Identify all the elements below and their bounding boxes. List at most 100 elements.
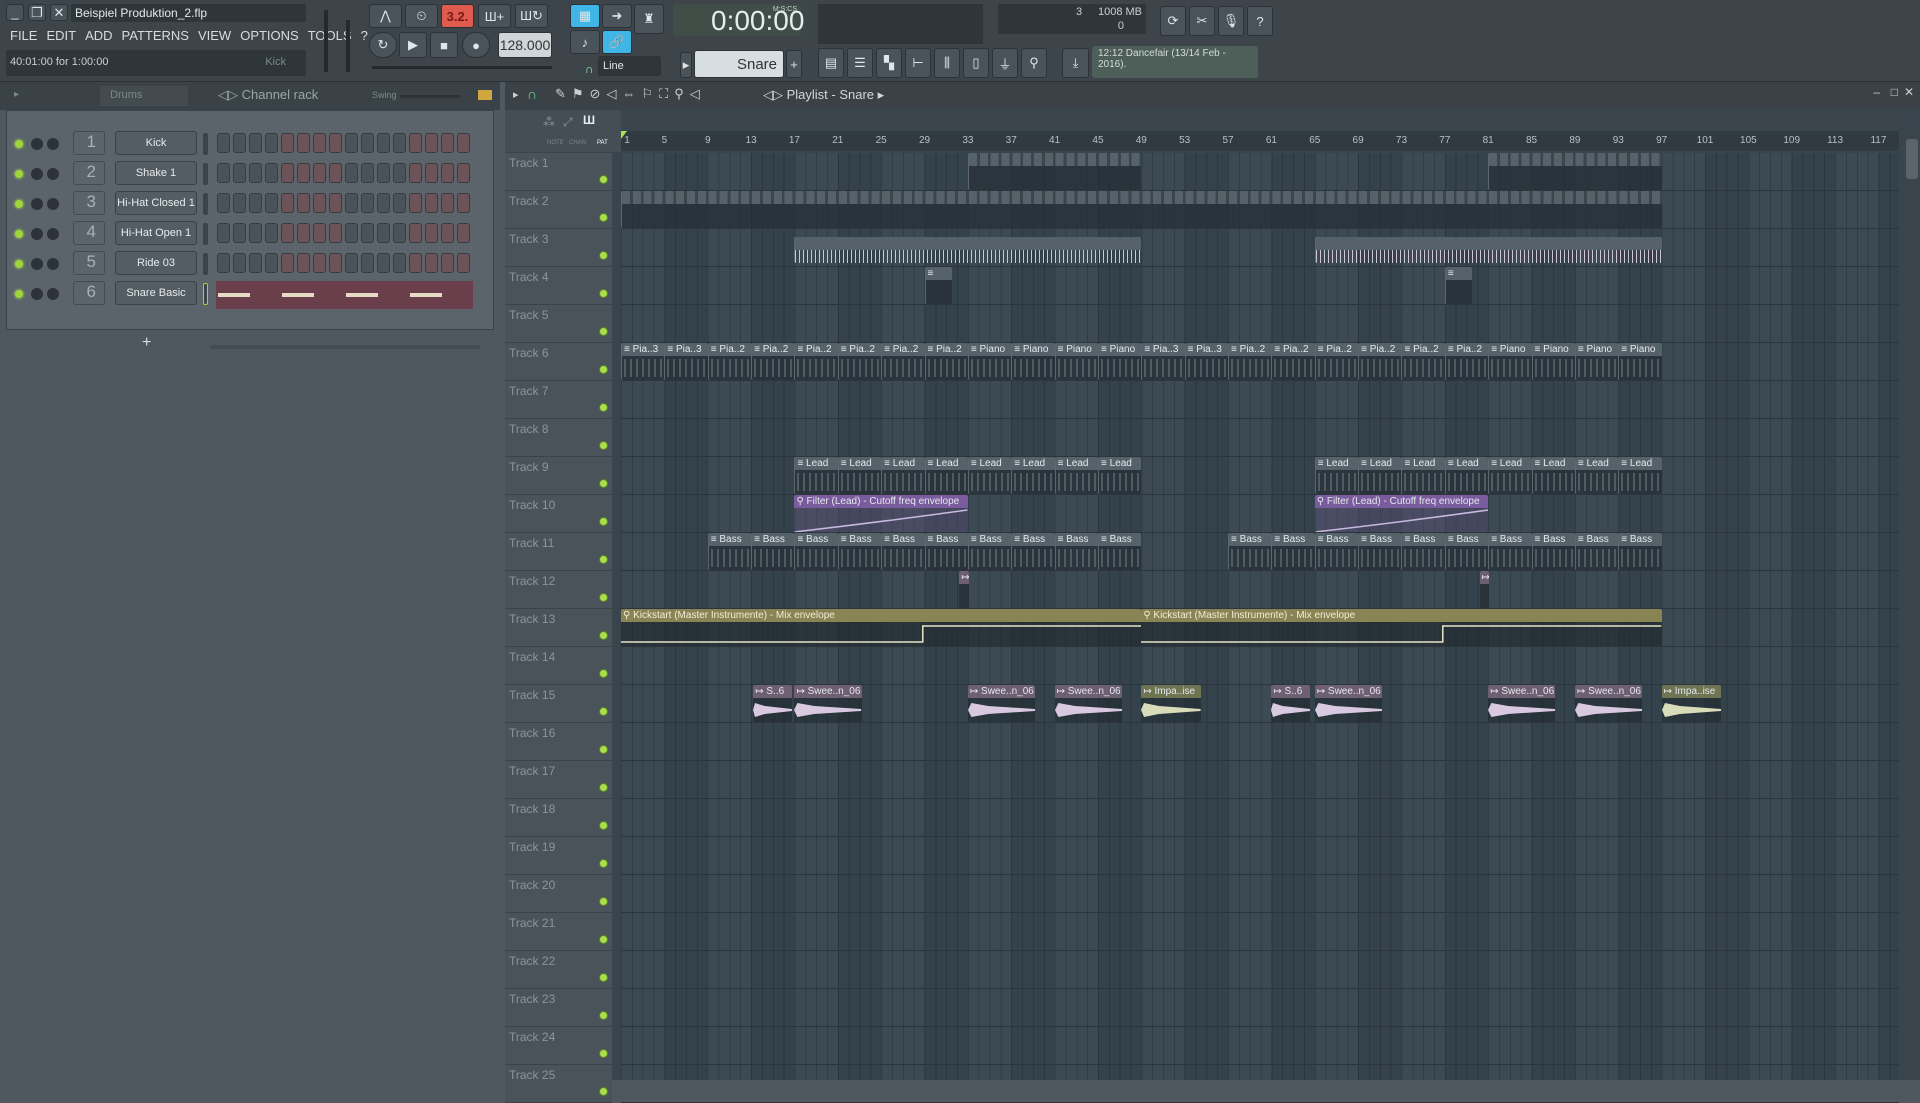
master-volume-slider[interactable]: [324, 10, 328, 72]
track-mute-led[interactable]: [599, 289, 608, 298]
playlist-clip[interactable]: ≡ Lead: [1574, 457, 1619, 494]
playlist-clip[interactable]: ≡ Piano: [1488, 343, 1532, 380]
menu-add[interactable]: ADD: [85, 28, 112, 43]
mixer-track-number[interactable]: 5: [73, 251, 105, 275]
mode-note[interactable]: NOTE: [547, 140, 564, 146]
playlist-clip[interactable]: ≡ Lead: [794, 457, 838, 494]
playlist-clip[interactable]: ≡ Pia..2: [837, 343, 882, 380]
track-mute-led[interactable]: [599, 631, 608, 640]
step-button[interactable]: [297, 193, 310, 213]
playlist-maximize-button[interactable]: □: [1891, 85, 1898, 99]
playlist-clip[interactable]: ⚲ Kickstart (Master Instrumente) - Mix e…: [621, 609, 1142, 646]
track-header[interactable]: Track 17: [505, 761, 612, 799]
track-mute-led[interactable]: [599, 251, 608, 260]
step-button[interactable]: [441, 223, 454, 243]
step-button[interactable]: [409, 223, 422, 243]
mixer-track-number[interactable]: 6: [73, 281, 105, 305]
track-header[interactable]: Track 16: [505, 723, 612, 761]
menu-patterns[interactable]: PATTERNS: [122, 28, 189, 43]
playlist-clip[interactable]: ≡ Bass: [794, 533, 838, 570]
track-header[interactable]: Track 14: [505, 647, 612, 685]
channel-select-indicator[interactable]: [203, 163, 208, 185]
track-header[interactable]: Track 23: [505, 989, 612, 1027]
song-position-slider[interactable]: [372, 66, 552, 69]
track-mute-led[interactable]: [599, 593, 608, 602]
snap-select[interactable]: Line: [598, 56, 661, 76]
track-mute-led[interactable]: [599, 935, 608, 944]
playlist-clip[interactable]: ≡ Pia..3: [1141, 343, 1185, 380]
step-button[interactable]: [393, 163, 406, 183]
track-header[interactable]: Track 24: [505, 1027, 612, 1065]
step-button[interactable]: [345, 163, 358, 183]
knob-icon[interactable]: ♜: [634, 4, 664, 34]
playlist-clip[interactable]: ↦ Swee..n_06: [794, 685, 862, 722]
pattern-icon[interactable]: Ш: [583, 113, 595, 127]
playlist-clip[interactable]: [967, 153, 1142, 190]
step-button[interactable]: [441, 163, 454, 183]
menu-options[interactable]: OPTIONS: [240, 28, 299, 43]
playlist-clip[interactable]: ≡ Pia..2: [1444, 343, 1489, 380]
playlist-tools[interactable]: ✎⚑⊘◁⇔⚐⛶⚲◁: [555, 86, 706, 102]
step-button[interactable]: [377, 193, 390, 213]
step-button[interactable]: [425, 193, 438, 213]
channel-select-indicator[interactable]: [203, 283, 208, 305]
step-button[interactable]: [345, 193, 358, 213]
add-pattern-button[interactable]: +: [786, 50, 802, 78]
pattern-prev-button[interactable]: ▸: [680, 52, 692, 78]
playlist-clip[interactable]: ≡ Pia..3: [664, 343, 708, 380]
step-button[interactable]: [457, 163, 470, 183]
pattern-song-toggle[interactable]: 3.2.: [441, 4, 474, 28]
step-button[interactable]: [233, 193, 246, 213]
playlist-clip[interactable]: ⚲ Kickstart (Master Instrumente) - Mix e…: [1141, 609, 1662, 646]
microphone-icon[interactable]: 🎙: [1218, 6, 1244, 36]
channel-row[interactable]: 1 Kick: [7, 131, 487, 157]
track-mute-led[interactable]: [599, 973, 608, 982]
playlist-clip[interactable]: ≡ Bass: [1271, 533, 1315, 570]
step-button[interactable]: [281, 163, 294, 183]
track-header[interactable]: Track 11: [505, 533, 612, 571]
step-button[interactable]: [393, 253, 406, 273]
news-ticker[interactable]: 12:12 Dancefair (13/14 Feb - 2016).: [1092, 46, 1258, 78]
playlist-clip[interactable]: ≡ Bass: [1054, 533, 1098, 570]
automation-icon[interactable]: ⤢: [563, 115, 573, 130]
restore-button[interactable]: ❐: [28, 4, 46, 21]
step-button[interactable]: [281, 253, 294, 273]
step-button[interactable]: [217, 163, 230, 183]
cut-icon[interactable]: ✂: [1189, 6, 1215, 36]
playhead-marker[interactable]: [621, 131, 627, 139]
track-header[interactable]: Track 13: [505, 609, 612, 647]
playlist-clip[interactable]: ≡ Lead: [1097, 457, 1142, 494]
channel-mute-led[interactable]: [15, 260, 23, 268]
track-lane[interactable]: [621, 571, 1899, 609]
playlist-clip[interactable]: ≡ Bass: [1444, 533, 1489, 570]
step-button[interactable]: [217, 253, 230, 273]
playlist-clip[interactable]: ≡ Bass: [1618, 533, 1662, 570]
channel-row[interactable]: 3 Hi-Hat Closed 1: [7, 191, 487, 217]
add-channel-button[interactable]: +: [142, 334, 151, 352]
step-button[interactable]: [281, 193, 294, 213]
step-button[interactable]: [425, 223, 438, 243]
track-header[interactable]: Track 20: [505, 875, 612, 913]
playlist-clip[interactable]: ⚲ Filter (Lead) - Cutoff freq envelope: [1314, 495, 1489, 532]
pattern-selector[interactable]: Snare: [694, 50, 784, 78]
menu-file[interactable]: FILE: [10, 28, 37, 43]
playlist-clip[interactable]: ≡ Lead: [837, 457, 882, 494]
channel-name-button[interactable]: Kick: [115, 131, 197, 155]
volume-knob[interactable]: [47, 228, 59, 240]
playlist-clip[interactable]: ≡ Bass: [1097, 533, 1142, 570]
mixer-track-number[interactable]: 3: [73, 191, 105, 215]
playlist-clip[interactable]: ≡ Lead: [1444, 457, 1489, 494]
track-header[interactable]: Track 4: [505, 267, 612, 305]
track-mute-led[interactable]: [599, 213, 608, 222]
playlist-clip[interactable]: ≡ Pia..2: [707, 343, 752, 380]
note-icon[interactable]: ♪: [570, 30, 600, 54]
playlist-clip[interactable]: ↦ Impa..ise: [1661, 685, 1722, 722]
channel-row[interactable]: 6 Snare Basic: [7, 281, 487, 309]
step-button[interactable]: [297, 163, 310, 183]
step-button[interactable]: [297, 133, 310, 153]
record-button[interactable]: ●: [462, 32, 490, 58]
step-button[interactable]: [329, 163, 342, 183]
step-button[interactable]: [361, 193, 374, 213]
track-lane[interactable]: [621, 799, 1899, 837]
download-icon[interactable]: ⤓: [1062, 48, 1089, 78]
